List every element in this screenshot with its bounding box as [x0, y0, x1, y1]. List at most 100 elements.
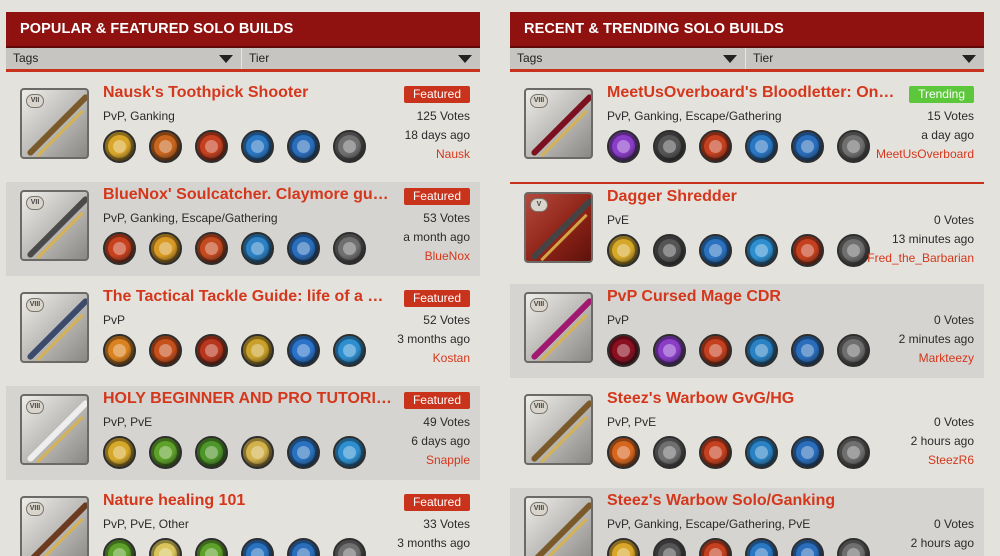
spell-icon[interactable]	[837, 234, 870, 267]
build-title-link[interactable]: BlueNox' Soulcatcher. Claymore guide.	[103, 186, 393, 204]
spell-icon[interactable]	[103, 130, 136, 163]
spell-icon[interactable]	[837, 538, 870, 556]
author-link[interactable]: Markteezy	[919, 351, 974, 365]
spell-icon[interactable]	[149, 538, 182, 556]
spell-icon[interactable]	[607, 334, 640, 367]
spell-icon[interactable]	[241, 334, 274, 367]
bloodletter-icon[interactable]: VIII	[524, 88, 593, 159]
build-row[interactable]: VII BlueNox' Soulcatcher. Claymore guide.…	[6, 182, 480, 276]
spell-icon[interactable]	[195, 538, 228, 556]
spell-icon[interactable]	[103, 436, 136, 469]
build-title-link[interactable]: Steez's Warbow GvG/HG	[607, 390, 897, 408]
spell-icon[interactable]	[287, 130, 320, 163]
spell-icon[interactable]	[837, 334, 870, 367]
bow-icon[interactable]: VII	[20, 88, 89, 159]
spell-icon[interactable]	[791, 436, 824, 469]
spell-icon[interactable]	[333, 232, 366, 265]
spell-icon[interactable]	[607, 436, 640, 469]
build-title-link[interactable]: Nausk's Toothpick Shooter	[103, 84, 393, 102]
spell-icon[interactable]	[287, 538, 320, 556]
spell-icon[interactable]	[653, 538, 686, 556]
spell-icon[interactable]	[287, 232, 320, 265]
build-row[interactable]: VIII PvP Cursed Mage CDR PvP 0 Votes 2 minut…	[510, 284, 984, 378]
spell-icon[interactable]	[791, 234, 824, 267]
author-link[interactable]: Nausk	[436, 147, 470, 161]
build-row[interactable]: VIII Nature healing 101 PvP, PvE, Other Fea…	[6, 488, 480, 556]
build-row[interactable]: V Dagger Shredder PvE 0 Votes 13 minutes ago…	[510, 182, 984, 276]
spell-icon[interactable]	[791, 130, 824, 163]
spell-icon[interactable]	[745, 234, 778, 267]
spell-icon[interactable]	[745, 538, 778, 556]
build-title-link[interactable]: Dagger Shredder	[607, 188, 897, 206]
spell-icon[interactable]	[699, 334, 732, 367]
spell-icon[interactable]	[699, 130, 732, 163]
tags-filter-dropdown[interactable]: Tags	[510, 48, 746, 69]
spell-icon[interactable]	[745, 130, 778, 163]
warbow-icon[interactable]: VIII	[524, 394, 593, 465]
spell-icon[interactable]	[333, 334, 366, 367]
build-title-link[interactable]: MeetUsOverboard's Bloodletter: One shot	[607, 84, 897, 102]
spell-icon[interactable]	[287, 334, 320, 367]
build-row[interactable]: VIII Steez's Warbow Solo/Ganking PvP, Gank…	[510, 488, 984, 556]
author-link[interactable]: MeetUsOverboard	[876, 147, 974, 161]
warbow-icon[interactable]: VIII	[524, 496, 593, 556]
spell-icon[interactable]	[149, 232, 182, 265]
spell-icon[interactable]	[149, 334, 182, 367]
author-link[interactable]: Fred_the_Barbarian	[867, 251, 974, 265]
build-title-link[interactable]: Steez's Warbow Solo/Ganking	[607, 492, 897, 510]
spell-icon[interactable]	[103, 538, 136, 556]
author-link[interactable]: BlueNox	[425, 249, 470, 263]
spell-icon[interactable]	[653, 436, 686, 469]
build-title-link[interactable]: Nature healing 101	[103, 492, 393, 510]
spell-icon[interactable]	[653, 130, 686, 163]
spell-icon[interactable]	[745, 436, 778, 469]
spell-icon[interactable]	[607, 538, 640, 556]
spell-icon[interactable]	[837, 130, 870, 163]
spell-icon[interactable]	[241, 538, 274, 556]
build-row[interactable]: VIII HOLY BEGINNER AND PRO TUTORIAL PvP, P…	[6, 386, 480, 480]
spell-icon[interactable]	[241, 130, 274, 163]
author-link[interactable]: SteezR6	[928, 453, 974, 467]
spell-icon[interactable]	[333, 436, 366, 469]
spell-icon[interactable]	[333, 538, 366, 556]
spell-icon[interactable]	[195, 232, 228, 265]
build-title-link[interactable]: HOLY BEGINNER AND PRO TUTORIAL	[103, 390, 393, 408]
dagger-icon[interactable]: V	[524, 192, 593, 263]
spell-icon[interactable]	[149, 436, 182, 469]
spell-icon[interactable]	[653, 234, 686, 267]
author-link[interactable]: Kostan	[433, 351, 470, 365]
spell-icon[interactable]	[607, 234, 640, 267]
spell-icon[interactable]	[149, 130, 182, 163]
spell-icon[interactable]	[791, 334, 824, 367]
tier-filter-dropdown[interactable]: Tier	[746, 48, 984, 69]
hammer-icon[interactable]: VIII	[20, 292, 89, 363]
spell-icon[interactable]	[699, 538, 732, 556]
spell-icon[interactable]	[791, 538, 824, 556]
tags-filter-dropdown[interactable]: Tags	[6, 48, 242, 69]
spell-icon[interactable]	[287, 436, 320, 469]
cursed-staff-icon[interactable]: VIII	[524, 292, 593, 363]
spell-icon[interactable]	[195, 436, 228, 469]
spell-icon[interactable]	[195, 130, 228, 163]
spell-icon[interactable]	[699, 234, 732, 267]
build-row[interactable]: VII Nausk's Toothpick Shooter PvP, Ganking…	[6, 80, 480, 174]
spell-icon[interactable]	[745, 334, 778, 367]
spell-icon[interactable]	[103, 334, 136, 367]
spell-icon[interactable]	[653, 334, 686, 367]
holy-staff-icon[interactable]: VIII	[20, 394, 89, 465]
spell-icon[interactable]	[241, 232, 274, 265]
spell-icon[interactable]	[699, 436, 732, 469]
claymore-icon[interactable]: VII	[20, 190, 89, 261]
tier-filter-dropdown[interactable]: Tier	[242, 48, 480, 69]
spell-icon[interactable]	[103, 232, 136, 265]
author-link[interactable]: Snapple	[426, 453, 470, 467]
spell-icon[interactable]	[837, 436, 870, 469]
spell-icon[interactable]	[333, 130, 366, 163]
build-title-link[interactable]: PvP Cursed Mage CDR	[607, 288, 897, 306]
build-title-link[interactable]: The Tactical Tackle Guide: life of a Gan…	[103, 288, 393, 306]
spell-icon[interactable]	[241, 436, 274, 469]
spell-icon[interactable]	[607, 130, 640, 163]
nature-staff-icon[interactable]: VIII	[20, 496, 89, 556]
build-row[interactable]: VIII The Tactical Tackle Guide: life of a…	[6, 284, 480, 378]
build-row[interactable]: VIII Steez's Warbow GvG/HG PvP, PvE 0 Votes…	[510, 386, 984, 480]
